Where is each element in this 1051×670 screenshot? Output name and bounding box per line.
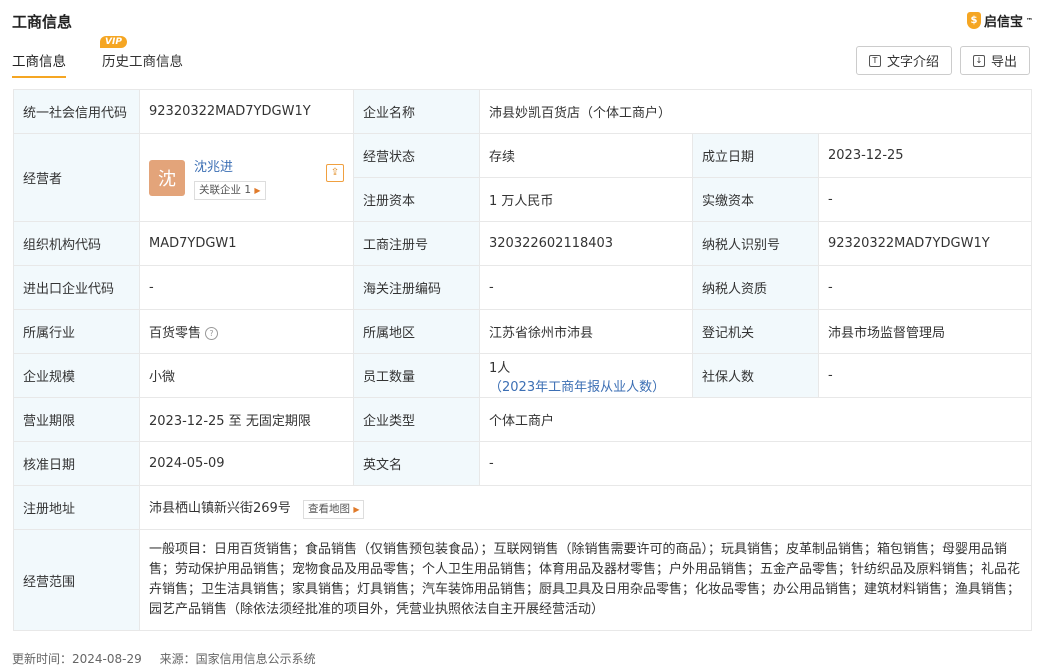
- text-intro-button[interactable]: T 文字介绍: [855, 46, 952, 75]
- import-export-value: -: [139, 265, 354, 310]
- footer: 更新时间：2024-08-29 来源：国家信用信息公示系统: [12, 650, 330, 667]
- term-value: 2023-12-25 至 无固定期限: [139, 397, 354, 442]
- text-intro-label: 文字介绍: [886, 55, 939, 70]
- tab-history-label: 历史工商信息: [102, 54, 183, 70]
- reg-no-value: 320322602118403: [479, 221, 693, 266]
- reg-capital-value: 1 万人民币: [479, 177, 693, 222]
- table-row: 经营范围 一般项目：日用百货销售；食品销售（仅销售预包装食品）；互联网销售（除销…: [13, 529, 1033, 631]
- export-label: 导出: [990, 55, 1017, 70]
- caret-right-icon: ▶: [353, 504, 360, 514]
- scope-label: 经营范围: [13, 529, 140, 631]
- social-label: 社保人数: [692, 353, 819, 398]
- paid-capital-label: 实缴资本: [692, 177, 819, 222]
- found-date-value: 2023-12-25: [817, 133, 1033, 178]
- scale-label: 企业规模: [13, 353, 140, 398]
- type-label: 企业类型: [353, 397, 480, 442]
- customs-value: -: [479, 265, 693, 310]
- taxpayer-id-value: 92320322MAD7YDGW1Y: [817, 221, 1033, 266]
- staff-label: 员工数量: [353, 353, 480, 398]
- tab-business-info[interactable]: 工商信息: [12, 50, 66, 78]
- scale-value: 小微: [139, 353, 354, 398]
- view-map-button[interactable]: 查看地图 ▶: [302, 499, 365, 519]
- tab-bar: 工商信息 VIP 历史工商信息: [12, 36, 183, 78]
- shield-icon: $: [966, 12, 981, 29]
- reg-authority-value: 沛县市场监督管理局: [817, 309, 1033, 354]
- toolbar: T 文字介绍 ↓ 导出: [855, 46, 1030, 75]
- reg-authority-label: 登记机关: [692, 309, 819, 354]
- company-name-value: 沛县妙凯百货店（个体工商户）: [478, 89, 1033, 134]
- term-label: 营业期限: [13, 397, 140, 442]
- update-time: 更新时间：2024-08-29: [12, 652, 142, 666]
- table-row: 进出口企业代码 - 海关注册编码 - 纳税人资质 -: [13, 265, 1033, 310]
- share-icon[interactable]: ⇪: [326, 163, 344, 182]
- status-label: 经营状态: [353, 133, 480, 178]
- staff-cell: 1人 （2023年工商年报从业人数）: [479, 353, 693, 398]
- logo-trademark: ™: [1026, 16, 1033, 25]
- type-value: 个体工商户: [478, 397, 1033, 442]
- taxpayer-qual-value: -: [817, 265, 1033, 310]
- reg-capital-label: 注册资本: [353, 177, 480, 222]
- table-row: 注册地址 沛县栖山镇新兴街269号 查看地图 ▶: [13, 485, 1033, 530]
- address-value: 沛县栖山镇新兴街269号: [149, 500, 291, 516]
- operator-label: 经营者: [13, 133, 140, 222]
- reg-no-label: 工商注册号: [353, 221, 480, 266]
- operator-cell: 沈 沈兆进 关联企业 1 ▶ ⇪: [139, 133, 354, 222]
- en-name-label: 英文名: [353, 441, 480, 486]
- credit-code-label: 统一社会信用代码: [13, 89, 140, 134]
- operator-card: 沈 沈兆进 关联企业 1 ▶ ⇪: [149, 156, 344, 200]
- business-info-table: 统一社会信用代码 92320322MAD7YDGW1Y 企业名称 沛县妙凯百货店…: [13, 89, 1033, 631]
- address-label: 注册地址: [13, 485, 140, 530]
- found-date-label: 成立日期: [692, 133, 819, 178]
- vip-badge: VIP: [100, 36, 127, 48]
- industry-cell: 百货零售?: [139, 309, 354, 354]
- avatar[interactable]: 沈: [149, 159, 185, 196]
- table-row: 经营者 沈 沈兆进 关联企业 1 ▶ ⇪ 经营状态 存续 成立日期 2023-1…: [13, 133, 1033, 222]
- table-row: 核准日期 2024-05-09 英文名 -: [13, 441, 1033, 486]
- page-title: 工商信息: [12, 13, 73, 31]
- table-row: 所属行业 百货零售? 所属地区 江苏省徐州市沛县 登记机关 沛县市场监督管理局: [13, 309, 1033, 354]
- industry-label: 所属行业: [13, 309, 140, 354]
- org-code-label: 组织机构代码: [13, 221, 140, 266]
- staff-value: 1人: [489, 360, 511, 376]
- company-name-label: 企业名称: [353, 89, 480, 134]
- help-icon[interactable]: ?: [205, 327, 219, 340]
- related-company-button[interactable]: 关联企业 1 ▶: [194, 180, 266, 200]
- credit-code-value: 92320322MAD7YDGW1Y: [139, 89, 354, 134]
- related-company-label: 关联企业 1: [199, 183, 252, 196]
- paid-capital-value: -: [817, 177, 1033, 222]
- text-icon: T: [868, 54, 881, 67]
- status-value: 存续: [479, 133, 693, 178]
- region-label: 所属地区: [353, 309, 480, 354]
- logo-text: 启信宝: [983, 15, 1023, 30]
- view-map-label: 查看地图: [307, 502, 350, 515]
- org-code-value: MAD7YDGW1: [139, 221, 354, 266]
- qixinbao-logo: $ 启信宝 ™: [966, 11, 1033, 30]
- approve-date-label: 核准日期: [13, 441, 140, 486]
- scope-value: 一般项目：日用百货销售；食品销售（仅销售预包装食品）；互联网销售（除销售需要许可…: [138, 529, 1033, 631]
- region-value: 江苏省徐州市沛县: [479, 309, 693, 354]
- customs-label: 海关注册编码: [353, 265, 480, 310]
- table-row: 营业期限 2023-12-25 至 无固定期限 企业类型 个体工商户: [13, 397, 1033, 442]
- table-row: 企业规模 小微 员工数量 1人 （2023年工商年报从业人数） 社保人数 -: [13, 353, 1033, 398]
- social-value: -: [817, 353, 1033, 398]
- taxpayer-id-label: 纳税人识别号: [692, 221, 819, 266]
- table-row: 组织机构代码 MAD7YDGW1 工商注册号 320322602118403 纳…: [13, 221, 1033, 266]
- address-cell: 沛县栖山镇新兴街269号 查看地图 ▶: [138, 485, 1033, 530]
- taxpayer-qual-label: 纳税人资质: [692, 265, 819, 310]
- data-source: 来源：国家信用信息公示系统: [159, 652, 316, 666]
- caret-right-icon: ▶: [254, 185, 261, 195]
- approve-date-value: 2024-05-09: [139, 441, 354, 486]
- staff-note-link[interactable]: （2023年工商年报从业人数）: [489, 380, 665, 395]
- download-icon: ↓: [972, 54, 985, 67]
- operator-name-link[interactable]: 沈兆进: [194, 156, 266, 175]
- en-name-value: -: [478, 441, 1033, 486]
- industry-value: 百货零售: [149, 326, 202, 341]
- export-button[interactable]: ↓ 导出: [959, 46, 1030, 75]
- tab-history-business-info[interactable]: VIP 历史工商信息: [100, 36, 183, 76]
- import-export-label: 进出口企业代码: [13, 265, 140, 310]
- table-row: 统一社会信用代码 92320322MAD7YDGW1Y 企业名称 沛县妙凯百货店…: [13, 89, 1033, 134]
